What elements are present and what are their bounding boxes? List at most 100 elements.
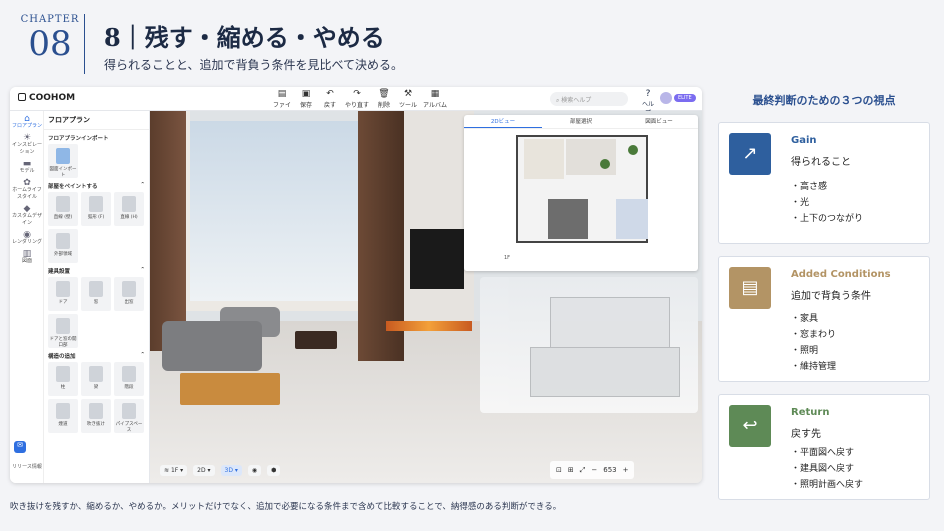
search-input[interactable]: ⌕ 検索ヘルプ: [550, 92, 628, 106]
nav-model[interactable]: ▬ モデル: [10, 159, 44, 175]
panel-title: フロアプラン: [44, 111, 149, 130]
plan-plant: [628, 145, 638, 155]
2d-plan-window: 2Dビュー 部屋選択 図面ビュー 1F: [464, 115, 698, 271]
card-item-text: 光: [800, 198, 810, 208]
3d-toggle[interactable]: 3D ▾: [220, 464, 242, 476]
plan-room: [524, 139, 564, 179]
delete-icon: 🗑: [378, 89, 390, 99]
2d-toggle[interactable]: 2D ▾: [193, 464, 215, 476]
floor-value: 1F: [170, 466, 179, 474]
chevron-up-icon[interactable]: ⌃: [140, 182, 145, 190]
floorplan-icon: ⌂: [24, 114, 30, 124]
cube-icon[interactable]: ⬢: [267, 464, 281, 476]
chapter-divider: [84, 14, 85, 74]
tab-drawing-view[interactable]: 図面ビュー: [620, 115, 698, 128]
nav-render[interactable]: ◉ レンダリング: [10, 231, 44, 246]
opening-icon: [56, 318, 70, 334]
pipe-space-icon: [122, 403, 136, 419]
panel-item[interactable]: 吹き抜け: [81, 399, 111, 433]
nav-label: カスタムデザイン: [11, 213, 42, 226]
document-icon: ▤: [729, 267, 771, 309]
panel-item[interactable]: ドアと窓の開口部: [48, 314, 78, 348]
avatar[interactable]: [660, 92, 672, 104]
panel-item[interactable]: 階段: [114, 362, 144, 396]
zoom-in-button[interactable]: +: [623, 466, 629, 474]
nav-lifestyle[interactable]: ✿ ホームライフスタイル: [10, 179, 44, 201]
app-screenshot: COOHOM ▤ファイル ▣保存 ↶戻す ↷やり直す 🗑削除 ⚒ツール ▦アルバ…: [10, 87, 702, 483]
panel-item[interactable]: 弧形 (F): [81, 192, 111, 226]
panel-item[interactable]: ドア: [48, 277, 78, 311]
panel-item[interactable]: 外部領域: [48, 229, 78, 263]
chevron-up-icon[interactable]: ⌃: [140, 352, 145, 360]
item-label: パイプスペース: [115, 422, 143, 433]
tool-icon: ⚒: [403, 89, 413, 99]
toolbar-label: アルバム: [423, 102, 447, 109]
logo-text: COOHOM: [29, 93, 76, 103]
card-name: Gain: [791, 135, 817, 146]
window-icon: [89, 281, 103, 297]
card-item-text: 照明: [800, 346, 819, 356]
left-nav: ⌂ フロアプラン ☀ インスピレーション ▬ モデル ✿ ホームライフスタイル ◆ カスタ…: [10, 111, 44, 483]
render-coffee-table: [295, 331, 337, 349]
panel-item[interactable]: 直線 (壁): [48, 192, 78, 226]
item-label: 梁: [93, 385, 99, 390]
3d-viewport[interactable]: 2Dビュー 部屋選択 図面ビュー 1F ≋ 1F ▾ 2D ▾ 3D ▾ ◉ ⬢: [150, 111, 702, 483]
eye-icon[interactable]: ◉: [247, 464, 262, 476]
elite-badge: ELITE: [674, 94, 696, 102]
nav-custom-design[interactable]: ◆ カスタムデザイン: [10, 204, 44, 227]
fit-icon[interactable]: ⤢: [580, 466, 586, 475]
chapter-number: 08: [28, 24, 72, 64]
release-notes[interactable]: リリース情報: [12, 463, 42, 470]
camera-icon[interactable]: ⊞: [568, 466, 574, 474]
panel-item[interactable]: 柱: [48, 362, 78, 396]
import-icon: [56, 148, 70, 164]
panel-item[interactable]: パイプスペース: [114, 399, 144, 433]
panel-item[interactable]: 窓: [81, 277, 111, 311]
nav-floorplan[interactable]: ⌂ フロアプラン: [10, 114, 44, 130]
chevron-up-icon[interactable]: ⌃: [140, 267, 145, 275]
card-item: ・照明計画へ戻す: [791, 480, 864, 490]
card-item-text: 建具図へ戻す: [800, 464, 855, 474]
toolbar-label: 削除: [377, 102, 390, 109]
tab-2d-view[interactable]: 2Dビュー: [464, 115, 542, 128]
flue-icon: [56, 403, 70, 419]
panel-item[interactable]: 直線 (H): [114, 192, 144, 226]
screenshot-icon[interactable]: ⊡: [556, 466, 562, 474]
nav-label: レンダリング: [11, 239, 42, 245]
panel-grid: ドア 窓 出窓 ドアと窓の開口部: [44, 277, 149, 348]
card-subtitle: 得られること: [791, 157, 851, 168]
nav-inspiration[interactable]: ☀ インスピレーション: [10, 133, 44, 156]
bulb-icon: ☀: [22, 133, 32, 143]
help-icon: ?: [645, 89, 651, 99]
nav-drawing[interactable]: ▥ 図面: [10, 250, 44, 265]
render-fire: [386, 321, 472, 331]
card-item: ・維持管理: [791, 362, 837, 372]
plan-room: [548, 199, 588, 239]
app-logo[interactable]: COOHOM: [18, 93, 75, 103]
card-item: ・高さ感: [791, 182, 828, 192]
chapter-block: CHAPTER 08: [18, 14, 82, 63]
3d-label: 3D: [224, 466, 233, 474]
wall-h-icon: [122, 196, 136, 212]
panel-item[interactable]: 梁: [81, 362, 111, 396]
custom-design-icon: ◆: [23, 204, 31, 214]
section-title: 部屋をペイントする: [48, 184, 98, 190]
card-list: ・高さ感 ・光 ・上下のつながり: [791, 179, 863, 227]
tab-room-select[interactable]: 部屋選択: [542, 115, 620, 128]
panel-section: 構造の追加 ⌃: [44, 348, 149, 362]
floor-select[interactable]: ≋ 1F ▾: [160, 464, 188, 476]
panel-item[interactable]: 出窓: [114, 277, 144, 311]
panel-item[interactable]: 図面インポート: [48, 144, 78, 178]
chat-icon[interactable]: ✉: [14, 441, 26, 453]
model-icon: ▬: [22, 159, 32, 169]
panel-item[interactable]: 煙道: [48, 399, 78, 433]
card-item-text: 高さ感: [800, 182, 828, 192]
2d-label: 2D: [197, 466, 206, 474]
plan-floor-label: 1F: [504, 255, 511, 261]
column-icon: [56, 366, 70, 382]
item-label: 吹き抜け: [87, 422, 105, 427]
slide-subtitle: 得られることと、追加で背負う条件を見比べて決める。: [104, 58, 404, 72]
house-lower: [530, 347, 680, 397]
zoom-out-button[interactable]: −: [591, 466, 597, 474]
section-title: 建具設置: [48, 269, 71, 275]
